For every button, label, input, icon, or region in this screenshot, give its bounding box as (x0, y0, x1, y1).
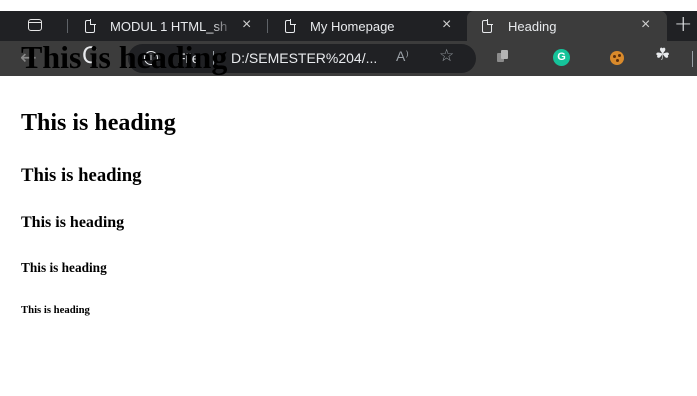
tab-separator (267, 19, 268, 33)
tab-heading[interactable]: Heading × (467, 11, 667, 41)
heading-1: This is heading (21, 39, 228, 75)
tab-title: Heading (508, 19, 557, 34)
tab-my-homepage[interactable]: My Homepage × (272, 11, 464, 41)
page-icon (482, 19, 493, 33)
cookie-icon[interactable] (610, 51, 624, 65)
tab-groups-extension-icon[interactable] (497, 50, 509, 64)
url-text[interactable]: D:/SEMESTER%204/... (231, 50, 377, 66)
heading-6: This is heading (21, 304, 90, 316)
tab-modul-1[interactable]: MODUL 1 HTML_sh × (72, 11, 266, 41)
tab-close-icon[interactable]: × (442, 16, 451, 34)
window-top-strip (0, 0, 697, 11)
tab-bar: MODUL 1 HTML_sh × My Homepage × Heading … (0, 11, 697, 41)
page-icon (85, 19, 96, 33)
grammarly-icon[interactable]: G (553, 49, 570, 66)
heading-2: This is heading (21, 110, 176, 136)
tab-actions-icon[interactable] (28, 19, 42, 31)
heading-5: This is heading (21, 260, 107, 275)
tab-title: MODUL 1 HTML_sh (110, 19, 228, 34)
page-icon (285, 19, 296, 33)
heading-3: This is heading (21, 165, 142, 186)
tab-title: My Homepage (310, 19, 395, 34)
tab-close-icon[interactable]: × (242, 16, 251, 34)
toolbar-separator (692, 51, 694, 67)
tab-close-icon[interactable]: × (641, 16, 650, 34)
tab-separator (67, 19, 68, 33)
heading-4: This is heading (21, 214, 125, 231)
puzzle-icon[interactable]: ☘ (655, 45, 670, 65)
new-tab-button[interactable]: + (674, 12, 692, 37)
add-favorite-icon[interactable]: ☆ (439, 46, 454, 66)
read-aloud-icon[interactable]: A⁾ (396, 48, 409, 65)
